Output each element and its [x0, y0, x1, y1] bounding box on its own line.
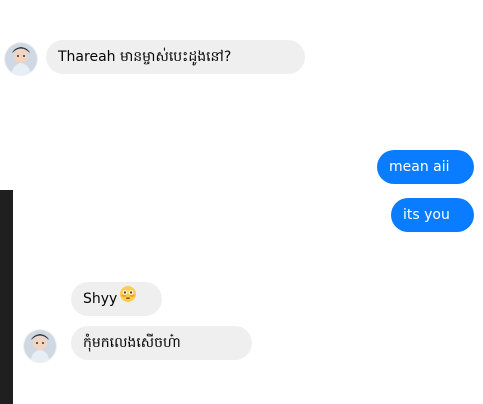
message-outgoing-2[interactable]: its you	[391, 198, 474, 232]
contact-avatar[interactable]	[5, 43, 37, 75]
message-text: its you	[403, 207, 450, 223]
message-text: Thareah មានម្ចាស់បេះដូងនៅ?	[58, 49, 232, 65]
left-panel-edge	[0, 190, 13, 404]
flushed-face-emoji-icon	[119, 282, 137, 316]
message-outgoing-1[interactable]: mean aii	[377, 150, 474, 184]
message-text: Shyy	[83, 291, 118, 307]
message-text: កុំមកលេងសើចហ៎ា	[83, 335, 181, 351]
contact-avatar-icon	[5, 43, 37, 75]
message-incoming-1[interactable]: Thareah មានម្ចាស់បេះដូងនៅ?	[46, 40, 305, 74]
contact-avatar[interactable]	[24, 330, 56, 362]
message-incoming-2[interactable]: Shyy	[71, 282, 162, 316]
chat-thread: Thareah មានម្ចាស់បេះដូងនៅ? mean aii its …	[0, 0, 483, 404]
contact-avatar-icon	[24, 330, 56, 362]
message-text: mean aii	[389, 159, 450, 175]
message-incoming-3[interactable]: កុំមកលេងសើចហ៎ា	[71, 326, 252, 360]
